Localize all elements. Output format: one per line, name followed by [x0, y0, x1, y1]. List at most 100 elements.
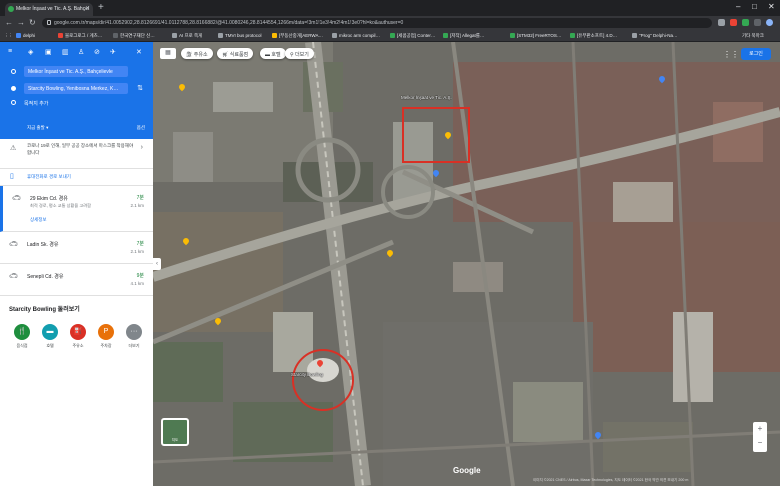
- send-to-phone-label: 휴대전화로 경로 보내기: [27, 174, 71, 179]
- route-option[interactable]: 🚗︎ Senepli Cd. 경유 9분 4.1 km: [0, 264, 153, 296]
- route-option[interactable]: 🚗︎ 29 Ekim Cd. 경유 7분 2.1 km 최적 경로, 평소 교통…: [0, 186, 153, 232]
- bookmark-item[interactable]: AI 프로 쪽게: [172, 33, 202, 39]
- walk-mode-icon[interactable]: ♙: [78, 48, 84, 56]
- category-label: 주유소: [72, 343, 84, 348]
- bookmark-favicon-icon: [390, 33, 395, 38]
- warning-text: 코로나 19로 인해, 일부 공공 장소에서 마스크를 착용해야 합니다: [27, 143, 134, 155]
- bookmark-item[interactable]: [부동산중개]AERWA…: [272, 33, 323, 39]
- maximize-button[interactable]: □: [752, 2, 757, 11]
- forward-icon[interactable]: →: [17, 18, 25, 27]
- transit-mode-icon[interactable]: ▥: [62, 48, 69, 56]
- flight-mode-icon[interactable]: ✈: [110, 48, 116, 56]
- bookmark-item[interactable]: mikroc arm compil…: [332, 33, 380, 38]
- directions-mode-icon[interactable]: ◈: [28, 48, 33, 56]
- menu-icon[interactable]: ≡: [8, 48, 12, 55]
- other-bookmarks[interactable]: 기타 북마크: [742, 33, 764, 39]
- tab-close-icon[interactable]: ✕: [85, 5, 90, 12]
- chip-gas-station[interactable]: ⛽︎ 주유소: [181, 48, 213, 59]
- category-label: 주차장: [100, 343, 112, 348]
- layer-toggle-button[interactable]: 지도: [161, 418, 189, 446]
- category-restaurant[interactable]: 🍴 음식점: [7, 324, 37, 349]
- extension-icon[interactable]: [742, 19, 749, 26]
- route-name: 29 Ekim Cd. 경유: [30, 196, 68, 202]
- category-parking[interactable]: P 주차장: [91, 324, 121, 349]
- category-hotel[interactable]: ▬ 호텔: [35, 324, 65, 349]
- chevron-right-icon: ›: [140, 144, 143, 151]
- bookmark-item[interactable]: [STM32] FreeRTOS…: [510, 33, 561, 38]
- options-button[interactable]: 옵션: [137, 125, 145, 131]
- chip-label: 식료품점: [229, 52, 249, 58]
- route-distance: 2.1 km: [130, 249, 144, 254]
- category-more[interactable]: ··· 더보기: [119, 324, 149, 349]
- bookmark-item[interactable]: [유무판소프트] 4.D…: [570, 33, 617, 39]
- google-apps-icon[interactable]: ⋮⋮: [723, 50, 739, 59]
- directions-panel: ≡ ◈ ▣ ▥ ♙ ⊘ ✈ ✕ Melkor İnşaat ve Tic. A.…: [0, 42, 153, 486]
- grid-icon[interactable]: ▦: [160, 48, 176, 59]
- address-bar[interactable]: google.com.tr/maps/dir/41.0052902,28.812…: [42, 18, 712, 28]
- place-label-destination[interactable]: Starcity Bowling: [291, 372, 323, 377]
- more-icon: ···: [126, 324, 142, 340]
- bookmark-favicon-icon: [443, 33, 448, 38]
- chip-grocery[interactable]: 🛒︎ 식료품점: [217, 48, 254, 59]
- url-text: google.com.tr/maps/dir/41.0052902,28.812…: [54, 20, 404, 26]
- extension-icon[interactable]: [730, 19, 737, 26]
- apps-icon[interactable]: ⋮⋮: [4, 33, 13, 39]
- bookmark-favicon-icon: [218, 33, 223, 38]
- bookmark-favicon-icon: [58, 33, 63, 38]
- browser-tab[interactable]: Melkor İnşaat ve Tic. A.Ş. Bahçel ✕: [5, 3, 93, 16]
- bookmarks-bar: ⋮⋮ delphi 블로그로그 / 게츠… 한국연구재단 신… AI 프로 쪽게…: [0, 30, 780, 42]
- close-directions-icon[interactable]: ✕: [136, 48, 142, 56]
- covid-warning[interactable]: ⚠ 코로나 19로 인해, 일부 공공 장소에서 마스크를 착용해야 합니다 ›: [0, 139, 153, 169]
- bookmark-item[interactable]: 한국연구재단 신…: [113, 33, 155, 39]
- new-tab-button[interactable]: +: [98, 2, 104, 13]
- bookmark-favicon-icon: [172, 33, 177, 38]
- send-to-phone[interactable]: ▯ 휴대전화로 경로 보내기: [0, 169, 153, 186]
- route-time: 7분: [136, 195, 144, 201]
- route-distance: 4.1 km: [130, 281, 144, 286]
- route-details-link[interactable]: 상세정보: [30, 217, 47, 223]
- close-window-button[interactable]: ✕: [768, 2, 775, 11]
- route-time: 9분: [136, 273, 144, 279]
- lock-icon: [47, 20, 51, 25]
- bookmark-item[interactable]: 블로그로그 / 게츠…: [58, 33, 102, 39]
- swap-icon[interactable]: ⇅: [137, 84, 143, 92]
- route-option[interactable]: 🚗︎ Ladin Sk. 경유 7분 2.1 km: [0, 232, 153, 264]
- travel-modes: ≡ ◈ ▣ ▥ ♙ ⊘ ✈ ✕: [0, 48, 153, 58]
- extension-icon[interactable]: [718, 19, 725, 26]
- collapse-panel-button[interactable]: ‹: [153, 258, 161, 270]
- bookmark-item[interactable]: delphi: [16, 33, 35, 38]
- login-button[interactable]: 로그인: [741, 48, 771, 60]
- bookmark-favicon-icon: [113, 33, 118, 38]
- back-icon[interactable]: ←: [5, 18, 13, 27]
- add-destination-button[interactable]: 목적지 추가: [24, 100, 48, 107]
- bike-mode-icon[interactable]: ⊘: [94, 48, 100, 56]
- category-label: 음식점: [16, 343, 28, 348]
- chip-label: 주유소: [193, 52, 208, 58]
- destination-input[interactable]: Starcity Bowling, Yenibosna Merkez, K…: [24, 83, 128, 94]
- bookmark-item[interactable]: [세콤공업] Conter…: [390, 33, 435, 39]
- zoom-in-icon[interactable]: +: [753, 422, 767, 436]
- zoom-out-icon[interactable]: −: [753, 436, 767, 450]
- origin-input[interactable]: Melkor İnşaat ve Tic. A.Ş., Bahçelievle: [24, 66, 128, 77]
- bookmark-item[interactable]: "Prog" Delphi-Na…: [632, 33, 677, 38]
- zoom-control[interactable]: + −: [753, 422, 767, 452]
- place-label-origin[interactable]: Melkor İnşaat ve Tic. A.Ş.: [401, 95, 452, 100]
- reload-icon[interactable]: ↻: [29, 18, 36, 27]
- satellite-map[interactable]: ▦ ⛽︎ 주유소 🛒︎ 식료품점 ▬ 호텔 ⚲ 더보기 ⋮⋮ 로그인 Melko…: [153, 42, 780, 486]
- car-mode-icon[interactable]: ▣: [45, 48, 52, 56]
- minimize-button[interactable]: –: [736, 2, 740, 11]
- puzzle-icon[interactable]: [754, 19, 761, 26]
- gas-station-icon: ⛽: [70, 324, 86, 340]
- depart-now-select[interactable]: 지금 출발 ▾: [27, 125, 48, 131]
- category-gas-station[interactable]: ⛽ 주유소: [63, 324, 93, 349]
- profile-avatar[interactable]: [766, 19, 773, 26]
- chip-more[interactable]: ⚲ 더보기: [285, 48, 314, 59]
- add-icon: [11, 100, 16, 105]
- bookmark-favicon-icon: [632, 33, 637, 38]
- bookmark-item[interactable]: TMVI bus protocol: [218, 33, 262, 38]
- browser-toolbar: ← → ↻ google.com.tr/maps/dir/41.0052902,…: [0, 16, 780, 30]
- chip-hotel[interactable]: ▬ 호텔: [260, 48, 286, 59]
- bookmark-favicon-icon: [332, 33, 337, 38]
- bookmark-item[interactable]: [저작] Allegat를…: [443, 33, 484, 39]
- chip-label: 호텔: [271, 52, 281, 58]
